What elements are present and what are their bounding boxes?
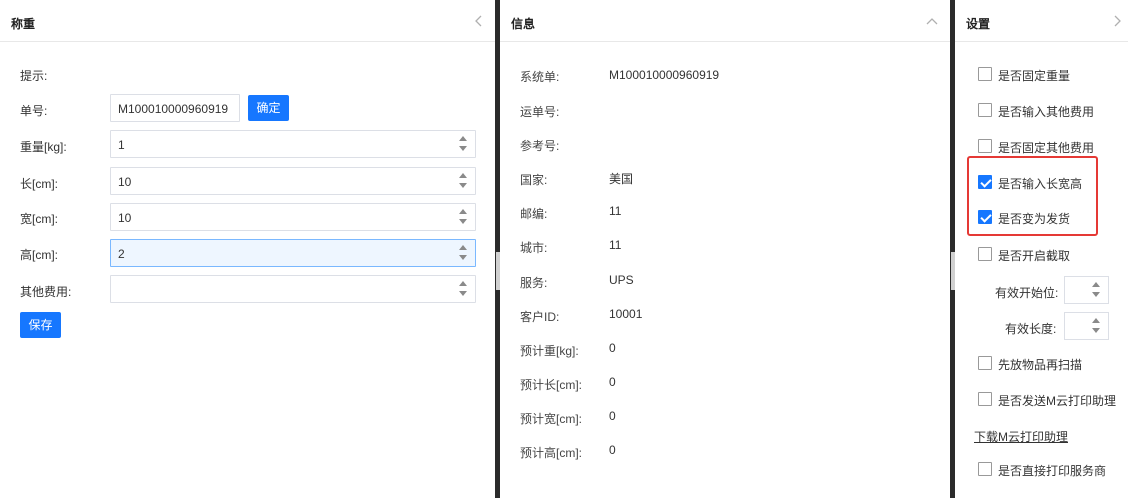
width-stepper-icon[interactable] xyxy=(459,208,467,226)
send-m-cloud-label: 是否发送M云打印助理 xyxy=(998,394,1116,408)
chevron-up-icon[interactable] xyxy=(925,14,939,28)
input-other-fee-checkbox[interactable] xyxy=(978,103,992,117)
weight-stepper-icon[interactable] xyxy=(459,135,467,153)
download-m-cloud-link[interactable]: 下载M云打印助理 xyxy=(974,428,1068,445)
info-panel-header: 信息 xyxy=(500,0,950,42)
info-row-label: 预计重[kg]: xyxy=(520,344,579,358)
scan-first-checkbox[interactable] xyxy=(978,356,992,370)
weigh-panel-title: 称重 xyxy=(11,17,36,31)
info-row-label: 系统单: xyxy=(520,70,560,84)
fix-other-fee-checkbox[interactable] xyxy=(978,139,992,153)
info-row-value: 11 xyxy=(609,238,622,252)
order-input[interactable]: M100010000960919 xyxy=(110,94,240,122)
info-row-value: 11 xyxy=(609,204,622,218)
info-row-label: 邮编: xyxy=(520,207,548,221)
height-input-value: 2 xyxy=(118,247,125,261)
info-row-value: M100010000960919 xyxy=(609,68,720,82)
direct-print-checkbox[interactable] xyxy=(978,462,992,476)
fix-other-fee-label: 是否固定其他费用 xyxy=(998,141,1095,155)
info-row-label: 预计长[cm]: xyxy=(520,378,582,392)
weight-input-value: 1 xyxy=(118,138,125,152)
order-label: 单号: xyxy=(20,104,48,118)
settings-panel: 设置 是否固定重量 是否输入其他费用 是否固定其他费用 是否输入长宽高 是否变为… xyxy=(955,0,1128,498)
info-row-value: 美国 xyxy=(609,172,634,186)
info-row-label: 预计宽[cm]: xyxy=(520,412,582,426)
valid-length-input[interactable] xyxy=(1064,312,1109,340)
settings-panel-title: 设置 xyxy=(966,17,991,31)
start-pos-stepper-icon[interactable] xyxy=(1092,281,1100,299)
height-stepper-icon[interactable] xyxy=(459,244,467,262)
scan-first-label: 先放物品再扫描 xyxy=(998,358,1083,372)
info-row-value: UPS xyxy=(609,273,634,287)
order-input-value: M100010000960919 xyxy=(118,102,229,116)
enable-truncate-checkbox[interactable] xyxy=(978,247,992,261)
width-label: 宽[cm]: xyxy=(20,212,58,226)
width-input-value: 10 xyxy=(118,211,132,225)
info-row-label: 城市: xyxy=(520,241,548,255)
weight-label: 重量[kg]: xyxy=(20,140,67,154)
fix-weight-label: 是否固定重量 xyxy=(998,69,1071,83)
fix-weight-checkbox[interactable] xyxy=(978,67,992,81)
weigh-panel: 称重 提示: 单号: M100010000960919 确定 重量[kg]: 1… xyxy=(0,0,495,498)
info-row-value: 10001 xyxy=(609,307,643,321)
start-pos-label: 有效开始位: xyxy=(995,286,1059,300)
valid-length-label: 有效长度: xyxy=(1005,322,1057,336)
info-panel-title: 信息 xyxy=(511,17,536,31)
info-row-label: 国家: xyxy=(520,173,548,187)
length-stepper-icon[interactable] xyxy=(459,172,467,190)
info-row-label: 运单号: xyxy=(520,105,560,119)
info-row-label: 客户ID: xyxy=(520,310,560,324)
length-label: 长[cm]: xyxy=(20,177,58,191)
other-fee-stepper-icon[interactable] xyxy=(459,280,467,298)
save-button[interactable]: 保存 xyxy=(20,312,61,338)
valid-length-stepper-icon[interactable] xyxy=(1092,317,1100,335)
confirm-button[interactable]: 确定 xyxy=(248,95,289,121)
info-row-value: 0 xyxy=(609,341,616,355)
chevron-left-icon[interactable] xyxy=(472,14,486,28)
other-fee-label: 其他费用: xyxy=(20,285,72,299)
chevron-right-icon[interactable] xyxy=(1110,14,1124,28)
start-pos-input[interactable] xyxy=(1064,276,1109,304)
info-row-label: 服务: xyxy=(520,276,548,290)
info-row-label: 预计高[cm]: xyxy=(520,446,582,460)
height-input[interactable]: 2 xyxy=(110,239,476,267)
input-other-fee-label: 是否输入其他费用 xyxy=(998,105,1095,119)
info-panel: 信息 系统单: M100010000960919 运单号: 参考号: 国家: 美国 … xyxy=(500,0,950,498)
info-row-value: 0 xyxy=(609,443,616,457)
other-fee-input[interactable] xyxy=(110,275,476,303)
height-label: 高[cm]: xyxy=(20,248,58,262)
highlight-box xyxy=(967,156,1098,236)
info-row-label: 参考号: xyxy=(520,139,560,153)
weigh-panel-header: 称重 xyxy=(0,0,495,42)
hint-label: 提示: xyxy=(20,69,48,83)
settings-panel-header: 设置 xyxy=(955,0,1128,42)
direct-print-label: 是否直接打印服务商 xyxy=(998,464,1107,478)
length-input-value: 10 xyxy=(118,175,132,189)
length-input[interactable]: 10 xyxy=(110,167,476,195)
enable-truncate-label: 是否开启截取 xyxy=(998,249,1071,263)
send-m-cloud-checkbox[interactable] xyxy=(978,392,992,406)
weight-input[interactable]: 1 xyxy=(110,130,476,158)
info-row-value: 0 xyxy=(609,409,616,423)
width-input[interactable]: 10 xyxy=(110,203,476,231)
info-row-value: 0 xyxy=(609,375,616,389)
